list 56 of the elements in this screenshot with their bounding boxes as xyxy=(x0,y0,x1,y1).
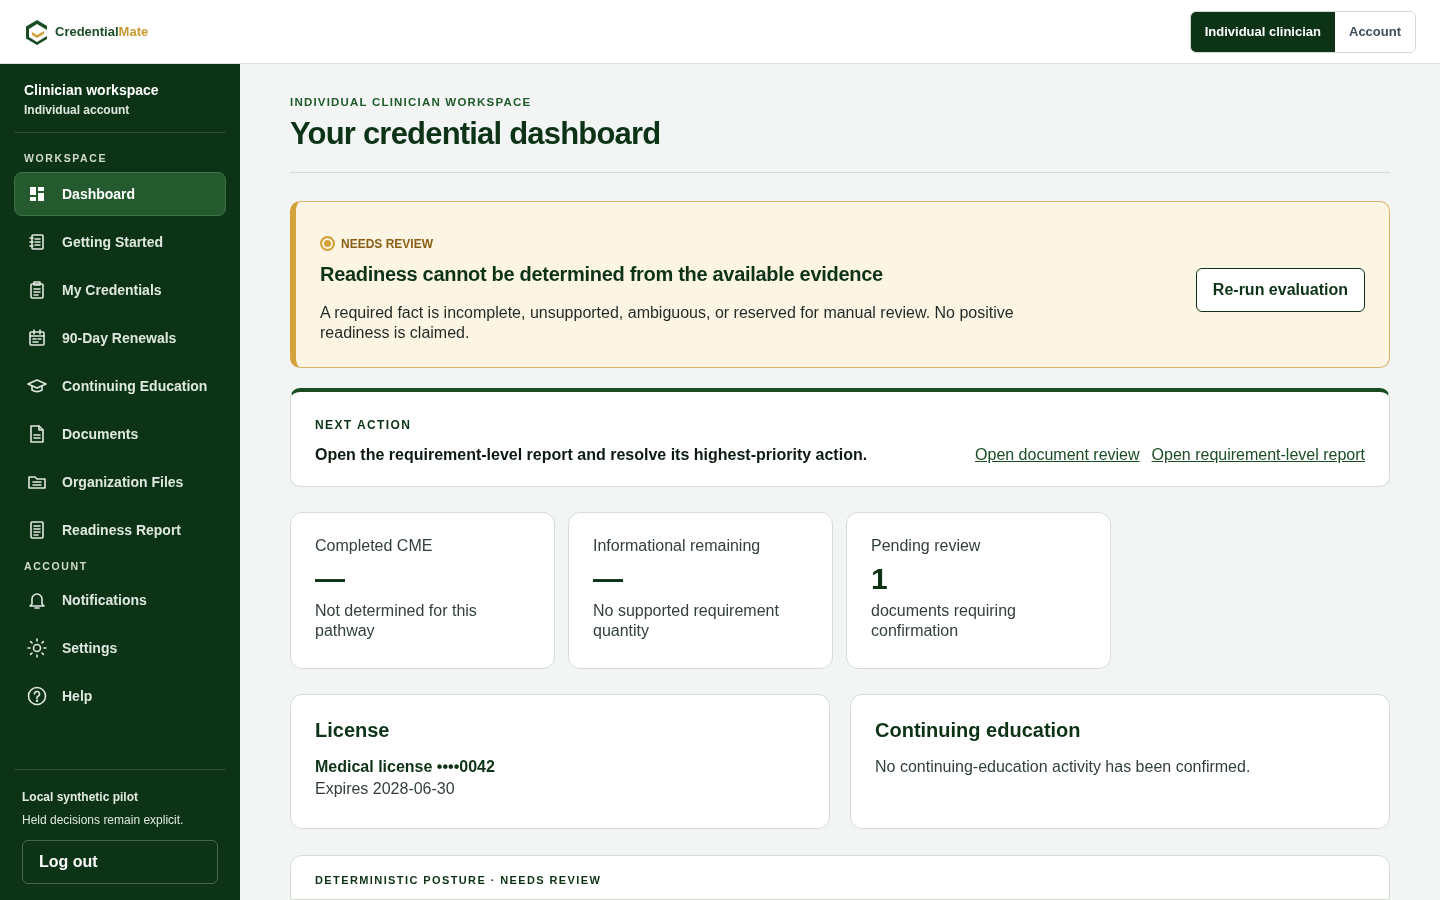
role-tab[interactable]: Individual clinician xyxy=(1190,11,1335,52)
logo-text: CredentialMate xyxy=(55,24,149,39)
status-icon xyxy=(320,236,335,251)
sidebar-item[interactable]: Documents xyxy=(14,412,226,456)
card-subtitle: Medical license ••••0042 xyxy=(315,758,496,776)
help-icon xyxy=(27,686,47,706)
nav-section-heading: ACCOUNT xyxy=(23,559,89,574)
alert-title: Readiness cannot be determined from the available evidence xyxy=(320,263,884,286)
sidebar-item[interactable]: Continuing Education xyxy=(14,364,226,408)
metric-note: documents requiring confirmation xyxy=(871,601,1017,641)
metric-note: No supported requirement quantity xyxy=(593,601,780,641)
sidebar-item[interactable]: Getting Started xyxy=(14,220,226,264)
section-heading: DETERMINISTIC POSTURE · NEEDS REVIEW xyxy=(315,874,603,886)
list-icon xyxy=(27,232,47,252)
sidebar-item[interactable]: Notifications xyxy=(14,578,226,622)
sidebar-item[interactable]: Dashboard xyxy=(14,172,226,216)
metric-value: — xyxy=(315,561,346,597)
sidebar-item[interactable]: Readiness Report xyxy=(14,508,226,552)
page-eyebrow: INDIVIDUAL CLINICIAN WORKSPACE xyxy=(290,96,533,108)
link[interactable]: Open requirement-level report xyxy=(1151,446,1365,464)
card-text: No continuing-education activity has been confirmed. xyxy=(875,758,1252,776)
sidebar-item[interactable]: Settings xyxy=(14,626,226,670)
card-title: License xyxy=(315,719,391,742)
report-icon xyxy=(27,520,47,540)
sidebar-item[interactable]: 90-Day Renewals xyxy=(14,316,226,360)
alert-text: A required fact is incomplete, unsupported, ambiguous, or reserved for manual review. No positive readiness is claimed. xyxy=(320,303,1015,343)
sun-icon xyxy=(27,638,47,658)
pilot-label: Local synthetic pilot xyxy=(22,790,139,804)
workspace-title: Clinician workspace xyxy=(24,82,160,98)
page-title: Your credential dashboard xyxy=(290,116,1390,173)
calendar-icon xyxy=(27,328,47,348)
nav-section-heading: WORKSPACE xyxy=(23,151,109,166)
dashboard-icon xyxy=(27,184,47,204)
bell-icon xyxy=(27,590,47,610)
rerun-button[interactable]: Re-run evaluation xyxy=(1195,267,1365,312)
metric-label: Informational remaining xyxy=(593,537,762,555)
clipboard-icon xyxy=(27,280,47,300)
status-label: NEEDS REVIEW xyxy=(341,236,433,251)
sidebar-item[interactable]: Help xyxy=(14,674,226,718)
metric-value: 1 xyxy=(871,561,889,597)
workspace-subtitle: Individual account xyxy=(24,103,131,117)
metric-label: Completed CME xyxy=(315,537,434,555)
next-action-text: Open the requirement-level report and resolve its highest-priority action. xyxy=(315,446,868,464)
document-icon xyxy=(27,424,47,444)
card-title: Continuing education xyxy=(875,719,1082,742)
logo-icon xyxy=(24,17,50,46)
metric-label: Pending review xyxy=(871,537,982,555)
link[interactable]: Open document review xyxy=(975,446,1140,464)
section-heading: NEXT ACTION xyxy=(315,418,413,432)
card-text: Expires 2028-06-30 xyxy=(315,780,456,798)
sidebar-item[interactable]: My Credentials xyxy=(14,268,226,312)
logout-button[interactable]: Log out xyxy=(22,840,218,884)
metric-value: — xyxy=(593,561,624,597)
metric-note: Not determined for this pathway xyxy=(315,601,478,641)
pilot-note: Held decisions remain explicit. xyxy=(22,813,185,827)
sidebar-item[interactable]: Organization Files xyxy=(14,460,226,504)
